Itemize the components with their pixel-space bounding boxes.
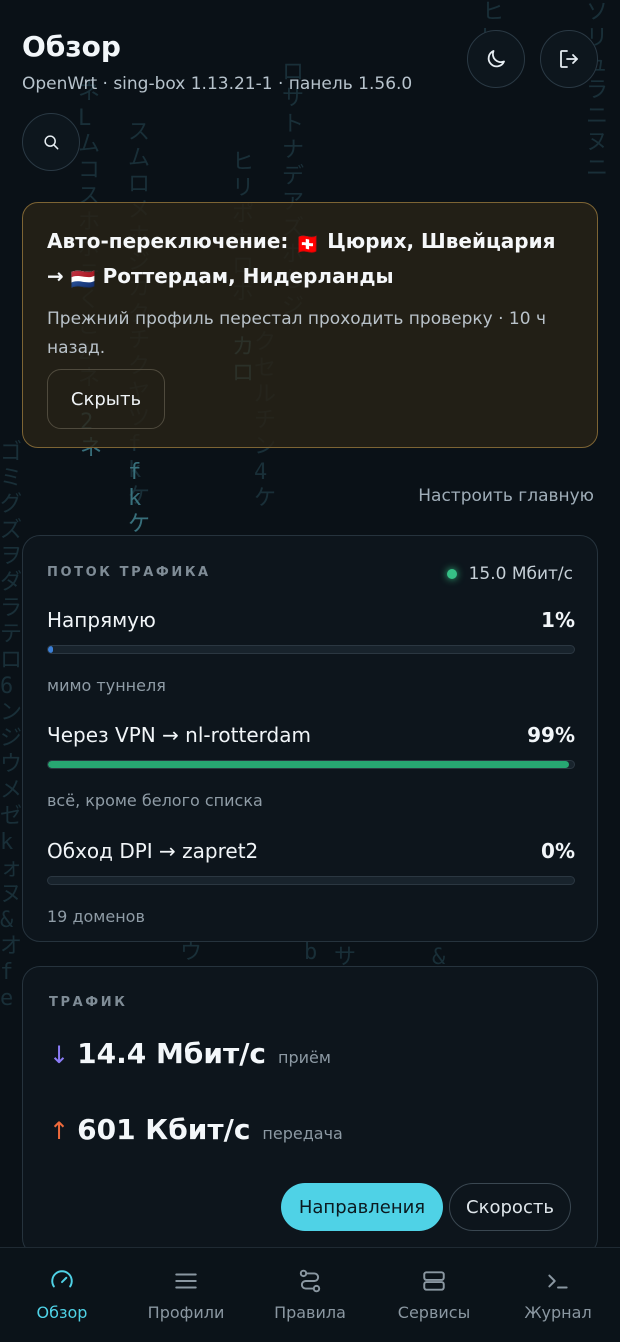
flow-progress-bar [47,645,575,654]
server-icon [423,1271,445,1291]
download-label: приём [278,1048,331,1067]
hide-alert-button[interactable]: Скрыть [47,369,165,429]
flow-row-note: всё, кроме белого списка [47,791,263,810]
bottom-nav: Обзор Профили Правила Сервисы Журнал [0,1247,620,1342]
flow-row-percent: 0% [541,839,575,863]
traffic-card: ТРАФИК ↓ 14.4 Мбит/с приём ↑ 601 Кбит/с … [22,966,598,1256]
speed-button[interactable]: Скорость [449,1183,571,1231]
flow-row-name: Обход DPI → zapret2 [47,839,259,863]
upload-label: передача [262,1124,343,1143]
page-subtitle: OpenWrt · sing-box 1.13.21-1 · панель 1.… [22,74,413,94]
moon-icon [487,50,505,68]
list-icon [175,1273,197,1289]
upload-value: 601 Кбит/с [77,1113,251,1146]
traffic-flow-card: ПОТОК ТРАФИКА 15.0 Мбит/с Напрямую 1% ми… [22,535,598,942]
nav-item-profiles[interactable]: Профили [124,1248,248,1342]
customize-home-link[interactable]: Настроить главную [418,486,594,506]
arrow-down-icon: ↓ [49,1041,70,1069]
nav-item-log[interactable]: Журнал [496,1248,620,1342]
nav-item-overview[interactable]: Обзор [0,1248,124,1342]
theme-toggle-button[interactable] [467,30,525,88]
flow-row-note: мимо туннеля [47,676,166,695]
flow-row-name: Через VPN → nl-rotterdam [47,723,311,747]
download-speed: ↓ 14.4 Мбит/с приём [49,1037,331,1070]
auto-switch-alert: Авто-переключение: 🇨🇭 Цюрих, Швейцария →… [22,202,598,448]
upload-speed: ↑ 601 Кбит/с передача [49,1113,343,1146]
page-title: Обзор [22,30,121,63]
swiss-flag-icon: 🇨🇭 [295,232,321,256]
alert-to-location: Роттердам, Нидерланды [102,264,394,288]
flow-row-direct: Напрямую 1% мимо туннеля [47,608,575,695]
page-header: Обзор OpenWrt · sing-box 1.13.21-1 · пан… [0,0,620,190]
flow-row-note: 19 доменов [47,907,145,926]
flow-row-dpi: Обход DPI → zapret2 0% 19 доменов [47,839,575,926]
download-value: 14.4 Мбит/с [77,1037,267,1070]
flow-progress-fill [48,646,54,653]
nav-item-label: Журнал [524,1303,592,1322]
alert-message: Прежний профиль перестал проходить прове… [47,309,546,358]
alert-title-prefix: Авто-переключение: [47,229,289,253]
flow-rate: 15.0 Мбит/с [468,564,573,584]
nav-item-rules[interactable]: Правила [248,1248,372,1342]
traffic-label: ТРАФИК [49,995,128,1010]
terminal-icon [548,1274,568,1289]
alert-from-location: Цюрих, Швейцария [327,229,556,253]
nav-item-services[interactable]: Сервисы [372,1248,496,1342]
flow-row-percent: 99% [527,723,575,747]
search-icon [44,135,59,150]
flow-row-name: Напрямую [47,608,156,632]
flow-row-vpn: Через VPN → nl-rotterdam 99% всё, кроме … [47,723,575,810]
nav-item-label: Обзор [36,1303,88,1322]
traffic-flow-label: ПОТОК ТРАФИКА [47,565,211,580]
flow-progress-bar [47,760,575,769]
flow-progress-fill [48,761,569,768]
alert-arrow: → [47,264,64,288]
gauge-icon [51,1270,73,1288]
flow-row-percent: 1% [541,608,575,632]
logout-icon [560,50,578,68]
flow-progress-bar [47,876,575,885]
arrow-up-icon: ↑ [49,1117,70,1145]
netherlands-flag-icon: 🇳🇱 [70,267,96,291]
search-button[interactable] [22,113,80,171]
status-dot-icon [446,569,457,579]
route-icon [299,1269,321,1293]
directions-button[interactable]: Направления [281,1183,443,1231]
alert-title: Авто-переключение: 🇨🇭 Цюрих, Швейцария →… [47,225,573,295]
flow-rate-badge: 15.0 Мбит/с [446,564,573,584]
nav-item-label: Профили [147,1303,225,1322]
nav-item-label: Сервисы [397,1303,471,1322]
logout-button[interactable] [540,30,598,88]
nav-item-label: Правила [274,1303,346,1322]
